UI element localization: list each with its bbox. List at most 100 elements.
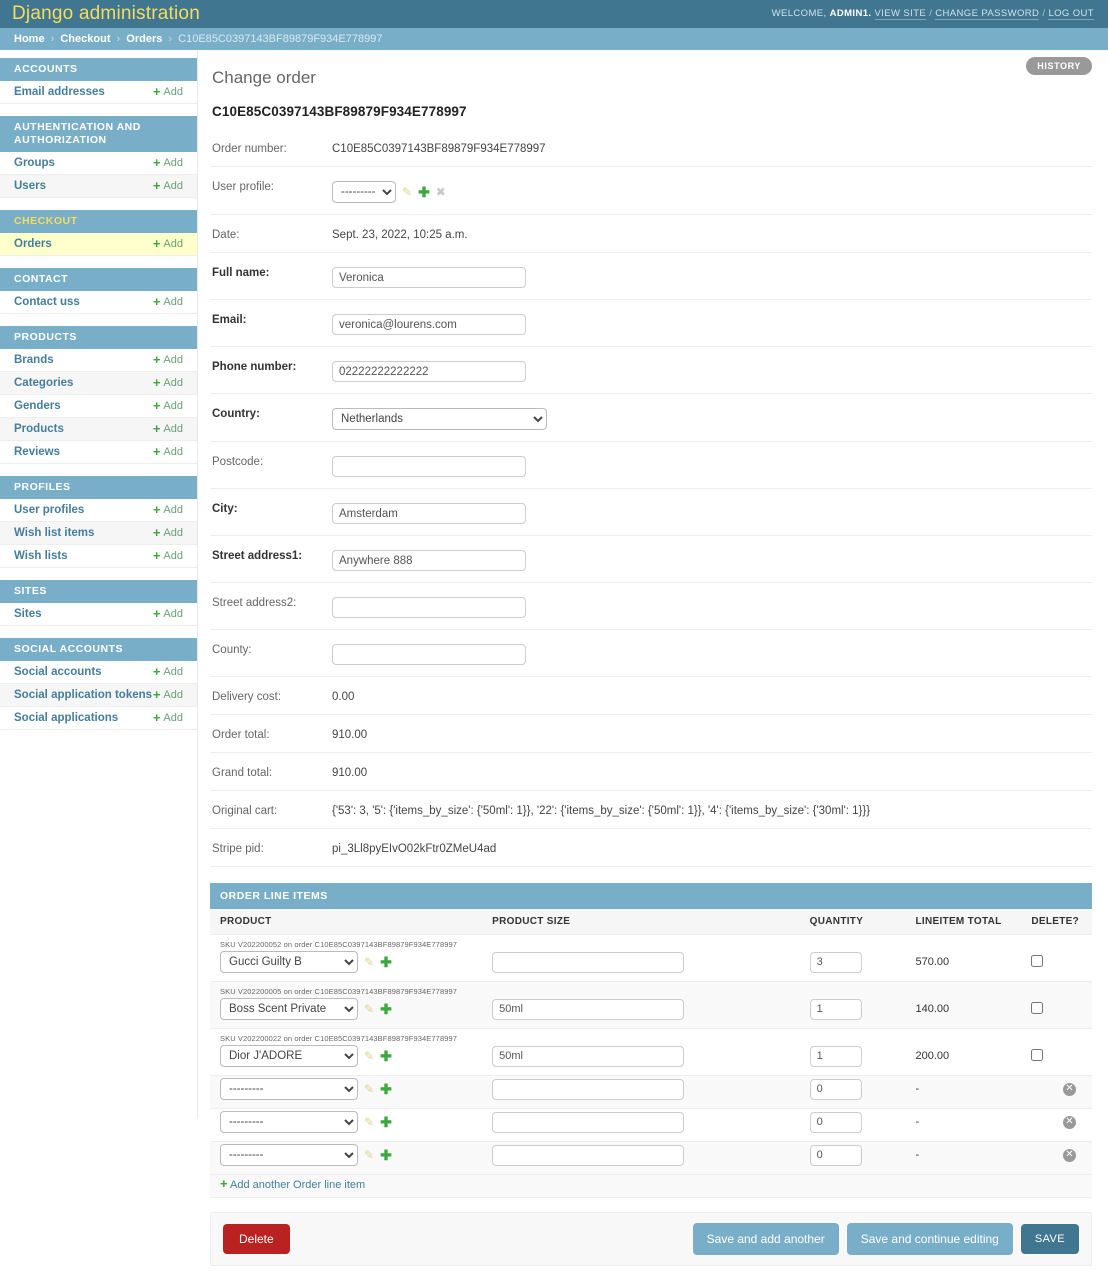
remove-row-icon[interactable]: ✕: [1063, 1116, 1076, 1129]
sidebar-add-link[interactable]: + Add: [153, 376, 183, 389]
plus-icon[interactable]: ✚: [418, 185, 430, 199]
sidebar-item-label[interactable]: Groups: [14, 157, 55, 169]
pencil-icon[interactable]: ✎: [364, 1116, 374, 1128]
sidebar-item-label[interactable]: Products: [14, 423, 64, 435]
email-input[interactable]: [332, 314, 526, 335]
sidebar-item-social-applications[interactable]: Social applications + Add: [0, 707, 197, 730]
sidebar-item-label[interactable]: User profiles: [14, 504, 84, 516]
sidebar-item-email-addresses[interactable]: Email addresses + Add: [0, 81, 197, 104]
delete-button[interactable]: Delete: [223, 1224, 290, 1254]
sidebar-add-link[interactable]: + Add: [153, 422, 183, 435]
sidebar-item-reviews[interactable]: Reviews + Add: [0, 441, 197, 464]
quantity-input[interactable]: [809, 951, 862, 973]
sidebar-item-social-application-tokens[interactable]: Social application tokens + Add: [0, 684, 197, 707]
sidebar-add-link[interactable]: + Add: [153, 399, 183, 412]
plus-icon[interactable]: ✚: [380, 1115, 392, 1129]
sidebar-item-label[interactable]: Genders: [14, 400, 61, 412]
sidebar-add-link[interactable]: + Add: [153, 665, 183, 678]
history-button[interactable]: HISTORY: [1026, 57, 1092, 75]
sidebar-item-categories[interactable]: Categories + Add: [0, 372, 197, 395]
sidebar-add-link[interactable]: + Add: [153, 503, 183, 516]
sidebar-item-brands[interactable]: Brands + Add: [0, 349, 197, 372]
plus-icon[interactable]: ✚: [380, 1082, 392, 1096]
full-name-input[interactable]: [332, 267, 526, 288]
pencil-icon[interactable]: ✎: [364, 1149, 374, 1161]
sidebar-item-label[interactable]: Brands: [14, 354, 54, 366]
sidebar-item-label[interactable]: Sites: [14, 608, 42, 620]
sidebar-item-label[interactable]: Social accounts: [14, 666, 102, 678]
sidebar-add-link[interactable]: + Add: [153, 445, 183, 458]
sidebar-item-contact-uss[interactable]: Contact uss + Add: [0, 291, 197, 314]
product-size-input[interactable]: [492, 998, 685, 1020]
breadcrumb-model[interactable]: Orders: [126, 33, 162, 45]
product-select[interactable]: Gucci Guilty B: [220, 951, 358, 973]
plus-icon[interactable]: ✚: [380, 1049, 392, 1063]
sidebar-add-link[interactable]: + Add: [153, 353, 183, 366]
sidebar-add-link[interactable]: + Add: [153, 85, 183, 98]
sidebar-item-wish-lists[interactable]: Wish lists + Add: [0, 545, 197, 568]
breadcrumb-app[interactable]: Checkout: [60, 33, 110, 45]
product-select[interactable]: ---------: [220, 1078, 358, 1100]
sidebar-item-sites[interactable]: Sites + Add: [0, 603, 197, 626]
sidebar-item-label[interactable]: Contact uss: [14, 296, 80, 308]
sidebar-item-genders[interactable]: Genders + Add: [0, 395, 197, 418]
sidebar-item-users[interactable]: Users + Add: [0, 175, 197, 198]
product-size-input[interactable]: [492, 1111, 685, 1133]
product-size-input[interactable]: [492, 1078, 685, 1100]
user-profile-select[interactable]: ---------: [332, 181, 396, 203]
sidebar-item-label[interactable]: Email addresses: [14, 86, 105, 98]
add-another-order-line-item-link[interactable]: Add another Order line item: [230, 1179, 365, 1191]
view-site-link[interactable]: VIEW SITE: [874, 8, 927, 20]
save-and-add-another-button[interactable]: Save and add another: [692, 1223, 839, 1255]
sidebar-item-label[interactable]: Social application tokens: [14, 689, 152, 701]
product-size-input[interactable]: [492, 951, 685, 973]
remove-row-icon[interactable]: ✕: [1063, 1083, 1076, 1096]
sidebar-item-user-profiles[interactable]: User profiles + Add: [0, 499, 197, 522]
sidebar-item-social-accounts[interactable]: Social accounts + Add: [0, 661, 197, 684]
sidebar-item-label[interactable]: Wish list items: [14, 527, 94, 539]
sidebar-item-products[interactable]: Products + Add: [0, 418, 197, 441]
delete-checkbox[interactable]: [1031, 1048, 1044, 1061]
product-select[interactable]: ---------: [220, 1111, 358, 1133]
city-input[interactable]: [332, 503, 526, 524]
save-and-continue-editing-button[interactable]: Save and continue editing: [846, 1223, 1013, 1255]
pencil-icon[interactable]: ✎: [402, 186, 412, 198]
pencil-icon[interactable]: ✎: [364, 956, 374, 968]
sidebar-add-link[interactable]: + Add: [153, 711, 183, 724]
x-icon[interactable]: ✖: [436, 186, 446, 198]
street-address2-input[interactable]: [332, 597, 526, 618]
sidebar-add-link[interactable]: + Add: [153, 549, 183, 562]
sidebar-add-link[interactable]: + Add: [153, 607, 183, 620]
log-out-link[interactable]: LOG OUT: [1048, 8, 1094, 20]
sidebar-item-orders[interactable]: Orders + Add: [0, 233, 197, 256]
product-select[interactable]: ---------: [220, 1144, 358, 1166]
save-button[interactable]: SAVE: [1020, 1224, 1079, 1254]
pencil-icon[interactable]: ✎: [364, 1050, 374, 1062]
sidebar-item-label[interactable]: Orders: [14, 238, 52, 250]
street-address1-input[interactable]: [332, 550, 526, 571]
delete-checkbox[interactable]: [1031, 1001, 1044, 1014]
breadcrumb-home[interactable]: Home: [14, 33, 45, 45]
sidebar-item-label[interactable]: Users: [14, 180, 46, 192]
product-select[interactable]: Dior J'ADORE: [220, 1045, 358, 1067]
sidebar-item-label[interactable]: Wish lists: [14, 550, 68, 562]
delete-checkbox[interactable]: [1031, 954, 1044, 967]
sidebar-add-link[interactable]: + Add: [153, 526, 183, 539]
sidebar-item-groups[interactable]: Groups + Add: [0, 152, 197, 175]
sidebar-item-wish-list-items[interactable]: Wish list items + Add: [0, 522, 197, 545]
sidebar-item-label[interactable]: Social applications: [14, 712, 118, 724]
pencil-icon[interactable]: ✎: [364, 1003, 374, 1015]
quantity-input[interactable]: [809, 998, 862, 1020]
remove-row-icon[interactable]: ✕: [1063, 1149, 1076, 1162]
pencil-icon[interactable]: ✎: [364, 1083, 374, 1095]
sidebar-item-label[interactable]: Categories: [14, 377, 73, 389]
sidebar-add-link[interactable]: + Add: [153, 179, 183, 192]
sidebar-add-link[interactable]: + Add: [153, 688, 183, 701]
product-size-input[interactable]: [492, 1144, 685, 1166]
sidebar-add-link[interactable]: + Add: [153, 237, 183, 250]
product-size-input[interactable]: [492, 1045, 685, 1067]
county-input[interactable]: [332, 644, 526, 665]
phone-number-input[interactable]: [332, 361, 526, 382]
quantity-input[interactable]: [809, 1078, 862, 1100]
plus-icon[interactable]: ✚: [380, 1002, 392, 1016]
